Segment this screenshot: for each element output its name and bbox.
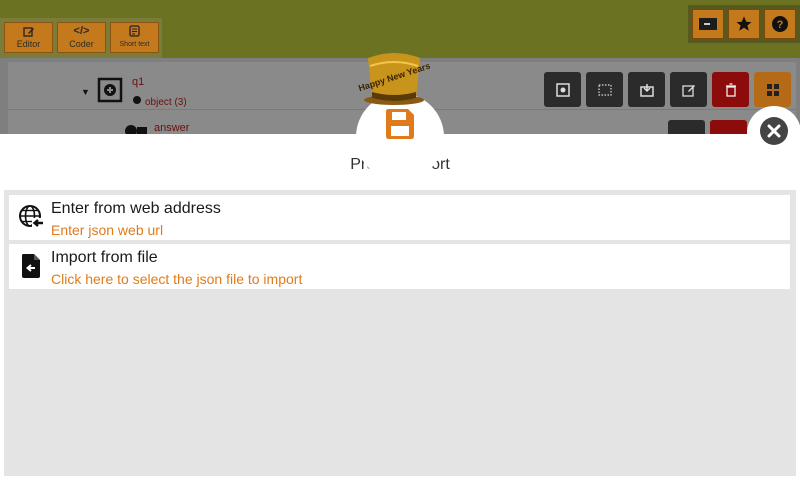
note-icon bbox=[129, 25, 140, 37]
close-icon bbox=[767, 124, 781, 138]
move-in-button[interactable] bbox=[628, 72, 665, 107]
tab-coder[interactable]: </> Coder bbox=[57, 22, 106, 53]
object-node-icon bbox=[97, 77, 123, 103]
focus-icon bbox=[555, 82, 570, 97]
grid-icon bbox=[766, 83, 779, 96]
move-in-icon bbox=[639, 83, 654, 97]
star-button[interactable] bbox=[728, 9, 760, 39]
code-icon: </> bbox=[73, 24, 90, 37]
flag-icon bbox=[699, 18, 717, 30]
select-button[interactable] bbox=[586, 72, 623, 107]
caret-down-icon[interactable]: ▼ bbox=[81, 87, 90, 97]
grid-button[interactable] bbox=[754, 72, 791, 107]
dotted-select-icon bbox=[597, 83, 612, 96]
tab-label: Editor bbox=[16, 38, 41, 49]
import-from-file-option[interactable]: Import from file Click here to select th… bbox=[9, 244, 790, 289]
svg-text:?: ? bbox=[777, 19, 784, 31]
mode-tabs: Editor </> Coder Short text bbox=[0, 18, 162, 58]
import-from-web-option[interactable]: Enter from web address Enter json web ur… bbox=[9, 195, 790, 240]
node-type-label: object bbox=[145, 97, 172, 108]
edit-button[interactable] bbox=[670, 72, 707, 107]
party-hat-icon: Happy New Years bbox=[358, 53, 430, 105]
save-icon bbox=[386, 109, 414, 139]
flag-button[interactable] bbox=[692, 9, 724, 39]
edit-icon bbox=[22, 26, 34, 37]
tab-short-text[interactable]: Short text bbox=[110, 22, 159, 53]
tab-label: Coder bbox=[69, 38, 94, 49]
delete-button[interactable] bbox=[712, 72, 749, 107]
help-button[interactable]: ? bbox=[764, 9, 796, 39]
file-import-icon bbox=[18, 253, 44, 279]
option-title: Enter from web address bbox=[51, 200, 221, 217]
tab-editor[interactable]: Editor bbox=[4, 22, 53, 53]
node-dot bbox=[133, 96, 141, 104]
focus-button[interactable] bbox=[544, 72, 581, 107]
option-title: Import from file bbox=[51, 249, 158, 266]
help-icon: ? bbox=[772, 16, 788, 32]
tab-label: Short text bbox=[119, 41, 150, 48]
option-subtitle[interactable]: Click here to select the json file to im… bbox=[51, 271, 302, 287]
edit-icon bbox=[681, 84, 695, 97]
import-options: Enter from web address Enter json web ur… bbox=[4, 190, 796, 476]
node-name: q1 bbox=[132, 76, 145, 88]
option-subtitle[interactable]: Enter json web url bbox=[51, 222, 163, 238]
import-modal: Project Import Enter from web address En… bbox=[0, 134, 800, 480]
node-count: (3) bbox=[174, 97, 187, 108]
close-button[interactable] bbox=[760, 117, 788, 145]
globe-import-icon bbox=[18, 204, 44, 230]
node-name: answer bbox=[154, 122, 190, 134]
right-toolbar: ? bbox=[688, 5, 800, 43]
star-icon bbox=[736, 16, 752, 31]
node-actions bbox=[544, 72, 791, 107]
node-type: object (3) bbox=[145, 97, 187, 108]
trash-icon bbox=[725, 82, 736, 97]
